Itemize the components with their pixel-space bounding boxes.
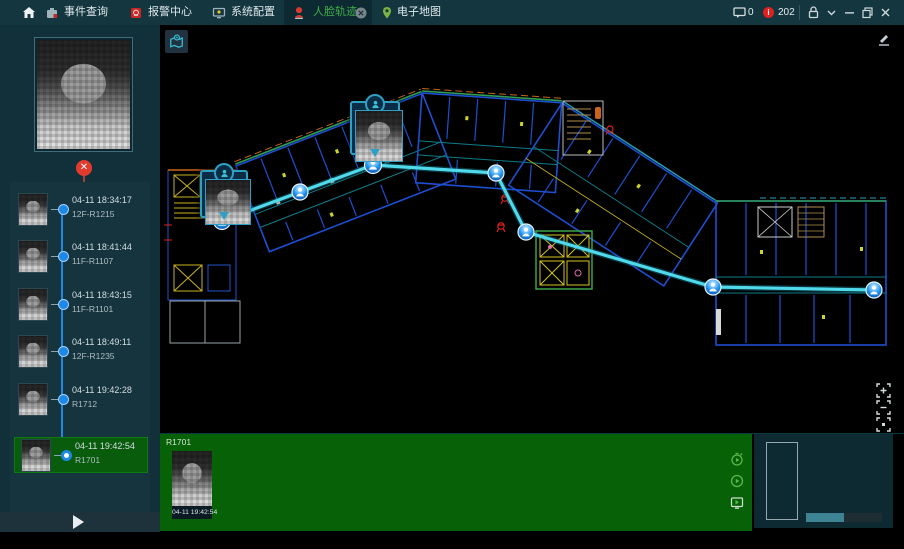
timeline-item[interactable]: 04-11 18:41:44 11F-R1107: [12, 239, 148, 275]
timeline-location: 12F-R1215: [72, 209, 115, 219]
app-window: { "titlebar": { "tabs": [ {"label": "事件查…: [0, 0, 904, 549]
capture-detail-panel: R1701 04-11 19:42:54: [160, 434, 752, 531]
event-query-icon: [45, 6, 59, 20]
map-layers-button[interactable]: [165, 30, 188, 53]
timeline-time: 04-11 19:42:54: [75, 441, 135, 451]
video-playback-icon[interactable]: [730, 496, 744, 510]
home-icon[interactable]: [22, 6, 36, 20]
titlebar: 事件查询 报警中心 系统配置 人脸轨迹 电子地图 0 i 202: [0, 0, 904, 26]
preview-placeholder: [766, 442, 798, 520]
timeline-node-current: [61, 450, 72, 461]
capture-photo: [172, 451, 212, 506]
progress-fill: [806, 513, 844, 522]
timeline-thumb: [19, 289, 47, 320]
alert-icon[interactable]: i: [763, 7, 774, 18]
tab-e-map[interactable]: 电子地图: [397, 0, 441, 25]
zoom-out-button[interactable]: [876, 400, 891, 415]
popup-pointer: [219, 212, 229, 225]
capture-snapshot[interactable]: 04-11 19:42:54: [172, 451, 212, 519]
timeline-location: 12F-R1235: [72, 351, 115, 361]
timeline-item-active[interactable]: 04-11 19:42:54 R1701: [14, 437, 148, 473]
timeline-panel: 04-11 18:34:17 12F-R1215 04-11 18:41:44 …: [10, 182, 150, 512]
track-face-popup[interactable]: [350, 101, 400, 155]
timeline-time: 04-11 18:41:44: [72, 242, 132, 252]
popup-pointer: [370, 149, 380, 162]
edit-map-icon[interactable]: [876, 32, 890, 46]
capture-time: 04-11 19:42:54: [172, 506, 212, 519]
tab-event-query[interactable]: 事件查询: [64, 0, 108, 25]
zoom-reset-button[interactable]: [876, 417, 891, 432]
tab-alarm-center[interactable]: 报警中心: [148, 0, 192, 25]
close-tab-icon[interactable]: [355, 7, 367, 19]
annex: [716, 198, 886, 345]
message-count: 0: [748, 0, 754, 25]
minimize-icon[interactable]: [842, 5, 857, 20]
timeline-time: 04-11 19:42:28: [72, 385, 132, 395]
titlebar-divider: [799, 5, 800, 20]
timeline-node: [58, 204, 69, 215]
map-area[interactable]: [160, 25, 904, 433]
remove-target-button[interactable]: ✕: [76, 160, 92, 176]
alert-count: 202: [778, 0, 795, 25]
zoom-in-button[interactable]: [876, 383, 891, 398]
e-map-icon: [380, 6, 394, 20]
timeline-time: 04-11 18:43:15: [72, 290, 132, 300]
tab-system-config[interactable]: 系统配置: [231, 0, 275, 25]
floor-plan: [160, 25, 904, 433]
timeline-thumb: [19, 194, 47, 225]
replay-icon[interactable]: [730, 474, 744, 488]
map-pin-icon: [169, 34, 184, 49]
tab-face-track[interactable]: 人脸轨迹: [313, 0, 357, 25]
timeline-time: 04-11 18:49:11: [72, 337, 131, 347]
timeline-node: [58, 394, 69, 405]
timed-playback-icon[interactable]: [730, 452, 744, 466]
target-portrait: [34, 37, 133, 152]
system-config-icon: [212, 6, 226, 20]
timeline-thumb: [19, 384, 47, 415]
face-track-icon: [292, 6, 306, 20]
alarm-center-icon: [129, 6, 143, 20]
timeline-thumb: [19, 336, 47, 367]
target-portrait-photo: [37, 40, 130, 149]
progress-bar[interactable]: [806, 513, 882, 522]
timeline-node: [58, 251, 69, 262]
timeline-node: [58, 299, 69, 310]
lock-icon[interactable]: [806, 5, 821, 20]
sidebar: ✕ 04-11 18:34:17 12F-R1215 04-11 18:41:4…: [0, 25, 160, 532]
preview-panel: [754, 434, 893, 528]
timeline-node: [58, 346, 69, 357]
timeline-item[interactable]: 04-11 19:42:28 R1712: [12, 382, 148, 418]
playback-bar: [0, 512, 160, 532]
timeline-location: R1701: [75, 455, 100, 465]
detail-panel-title: R1701: [166, 437, 191, 447]
timeline-time: 04-11 18:34:17: [72, 195, 132, 205]
message-icon[interactable]: [733, 7, 746, 19]
timeline-thumb: [22, 440, 50, 471]
timeline-item[interactable]: 04-11 18:49:11 12F-R1235: [12, 334, 148, 370]
play-button[interactable]: [73, 515, 84, 529]
timeline-thumb: [19, 241, 47, 272]
timeline-location: 11F-R1107: [72, 256, 113, 266]
timeline-location: 11F-R1101: [72, 304, 113, 314]
timeline-location: R1712: [72, 399, 97, 409]
close-window-icon[interactable]: [878, 5, 893, 20]
chevron-down-icon[interactable]: [824, 5, 839, 20]
track-face-popup[interactable]: [200, 170, 248, 218]
maximize-icon[interactable]: [860, 5, 875, 20]
timeline-item[interactable]: 04-11 18:34:17 12F-R1215: [12, 192, 148, 228]
timeline-item[interactable]: 04-11 18:43:15 11F-R1101: [12, 287, 148, 323]
